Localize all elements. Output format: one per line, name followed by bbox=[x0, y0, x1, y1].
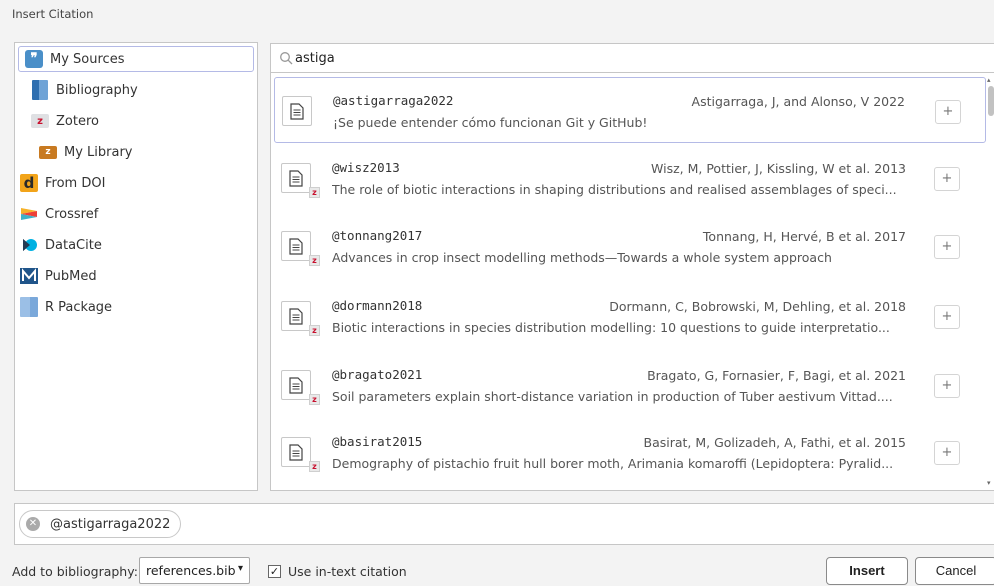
sidebar-item-label: From DOI bbox=[45, 175, 106, 191]
result-row[interactable]: @astigarraga2022 Astigarraga, J, and Alon… bbox=[274, 77, 986, 143]
add-citation-button[interactable]: + bbox=[934, 167, 960, 191]
add-citation-button[interactable]: + bbox=[934, 374, 960, 398]
zotero-badge-icon: z bbox=[309, 255, 320, 266]
zotero-icon: z bbox=[31, 112, 49, 130]
result-row[interactable]: z @wisz2013 Wisz, M, Pottier, J, Kissling,… bbox=[274, 145, 986, 211]
zotero-badge-icon: z bbox=[309, 325, 320, 336]
add-citation-button[interactable]: + bbox=[934, 441, 960, 465]
sidebar-item-label: Bibliography bbox=[56, 82, 138, 98]
zotero-badge-icon: z bbox=[309, 187, 320, 198]
sidebar-item-label: Zotero bbox=[56, 113, 99, 129]
result-authors: Wisz, M, Pottier, J, Kissling, W et al. … bbox=[651, 161, 906, 176]
sidebar-item-my-sources[interactable]: ❞ My Sources bbox=[18, 46, 254, 72]
sidebar-item-from-doi[interactable]: d From DOI bbox=[20, 170, 105, 196]
add-to-bibliography-label: Add to bibliography: bbox=[12, 564, 138, 579]
result-authors: Dormann, C, Bobrowski, M, Dehling, et al… bbox=[609, 299, 906, 314]
result-authors: Bragato, G, Fornasier, F, Bagi, et al. 2… bbox=[647, 368, 906, 383]
citation-key: @dormann2018 bbox=[332, 298, 423, 313]
citation-key: @basirat2015 bbox=[332, 434, 423, 449]
result-row[interactable]: z @bragato2021 Bragato, G, Fornasier, F, B… bbox=[274, 352, 986, 418]
sidebar-item-label: PubMed bbox=[45, 268, 97, 284]
citation-chip[interactable]: ✕ @astigarraga2022 bbox=[19, 510, 182, 538]
scroll-thumb[interactable] bbox=[988, 86, 994, 116]
package-icon bbox=[20, 297, 38, 317]
citation-key: @bragato2021 bbox=[332, 367, 423, 382]
search-input[interactable] bbox=[293, 48, 973, 68]
pubmed-icon bbox=[20, 267, 38, 285]
citation-key: @tonnang2017 bbox=[332, 228, 423, 243]
search-box bbox=[270, 43, 994, 73]
quote-bubble-icon: ❞ bbox=[25, 50, 43, 68]
result-authors: Tonnang, H, Hervé, B et al. 2017 bbox=[702, 229, 906, 244]
scroll-down-icon[interactable]: ▾ bbox=[987, 479, 991, 487]
document-icon bbox=[282, 96, 312, 126]
sidebar-item-label: Crossref bbox=[45, 206, 99, 222]
insert-button[interactable]: Insert bbox=[826, 557, 908, 585]
window-title: Insert Citation bbox=[12, 7, 94, 21]
sidebar-item-bibliography[interactable]: Bibliography bbox=[31, 77, 138, 103]
sidebar-item-label: My Sources bbox=[50, 51, 125, 67]
zotero-badge-icon: z bbox=[309, 394, 320, 405]
citation-key: @astigarraga2022 bbox=[333, 93, 454, 108]
add-citation-button[interactable]: + bbox=[934, 305, 960, 329]
sidebar-item-label: DataCite bbox=[45, 237, 102, 253]
result-row[interactable]: z @dormann2018 Dormann, C, Bobrowski, M, D… bbox=[274, 283, 986, 349]
result-title: The role of biotic interactions in shapi… bbox=[332, 182, 897, 197]
add-citation-button[interactable]: + bbox=[934, 235, 960, 259]
datacite-icon bbox=[20, 236, 38, 254]
library-folder-icon: z bbox=[39, 143, 57, 161]
sidebar-item-r-package[interactable]: R Package bbox=[20, 294, 112, 320]
result-authors: Astigarraga, J, and Alonso, V 2022 bbox=[691, 94, 905, 109]
chevron-down-icon: ▾ bbox=[237, 563, 243, 574]
use-in-text-checkbox[interactable]: ✓ bbox=[268, 565, 281, 578]
book-icon bbox=[31, 80, 49, 100]
title-bar: Insert Citation bbox=[0, 0, 994, 34]
sidebar-item-label: R Package bbox=[45, 299, 113, 315]
sidebar-item-zotero[interactable]: z Zotero bbox=[31, 108, 99, 134]
results-list: @astigarraga2022 Astigarraga, J, and Alon… bbox=[270, 73, 994, 491]
document-icon bbox=[281, 437, 311, 467]
results-scrollbar[interactable]: ▴ ▾ bbox=[986, 74, 994, 490]
remove-chip-icon[interactable]: ✕ bbox=[26, 517, 40, 531]
doi-icon: d bbox=[20, 174, 38, 192]
sidebar-item-datacite[interactable]: DataCite bbox=[20, 232, 102, 258]
result-row[interactable]: z @basirat2015 Basirat, M, Golizadeh, A, F… bbox=[274, 419, 986, 485]
document-icon bbox=[281, 231, 311, 261]
check-icon: ✓ bbox=[269, 565, 280, 578]
bibliography-select[interactable]: references.bib ▾ bbox=[139, 557, 250, 584]
source-sidebar: ❞ My Sources Bibliography z Zotero z My … bbox=[14, 42, 258, 491]
document-icon bbox=[281, 163, 311, 193]
sidebar-item-label: My Library bbox=[64, 144, 133, 160]
result-title: ¡Se puede entender cómo funcionan Git y … bbox=[333, 115, 648, 130]
result-title: Advances in crop insect modelling method… bbox=[332, 250, 832, 265]
result-title: Soil parameters explain short-distance v… bbox=[332, 389, 893, 404]
result-title: Biotic interactions in species distribut… bbox=[332, 320, 890, 335]
sidebar-item-pubmed[interactable]: PubMed bbox=[20, 263, 97, 289]
result-title: Demography of pistachio fruit hull borer… bbox=[332, 456, 894, 471]
add-citation-button[interactable]: + bbox=[935, 100, 961, 124]
sidebar-item-crossref[interactable]: Crossref bbox=[20, 201, 98, 227]
cancel-button[interactable]: Cancel bbox=[915, 557, 994, 585]
scroll-up-icon[interactable]: ▴ bbox=[987, 76, 991, 84]
citation-key: @wisz2013 bbox=[332, 160, 400, 175]
citation-chip-label: @astigarraga2022 bbox=[50, 516, 171, 532]
document-icon bbox=[281, 370, 311, 400]
selected-citations: ✕ @astigarraga2022 bbox=[14, 503, 994, 545]
document-icon bbox=[281, 301, 311, 331]
sidebar-item-my-library[interactable]: z My Library bbox=[39, 139, 133, 165]
bibliography-select-value: references.bib bbox=[146, 563, 236, 578]
crossref-icon bbox=[20, 205, 38, 223]
result-authors: Basirat, M, Golizadeh, A, Fathi, et al. … bbox=[643, 435, 907, 450]
result-row[interactable]: z @tonnang2017 Tonnang, H, Hervé, B et al.… bbox=[274, 213, 986, 279]
use-in-text-label: Use in-text citation bbox=[288, 564, 407, 579]
search-icon bbox=[280, 52, 293, 65]
zotero-badge-icon: z bbox=[309, 461, 320, 472]
